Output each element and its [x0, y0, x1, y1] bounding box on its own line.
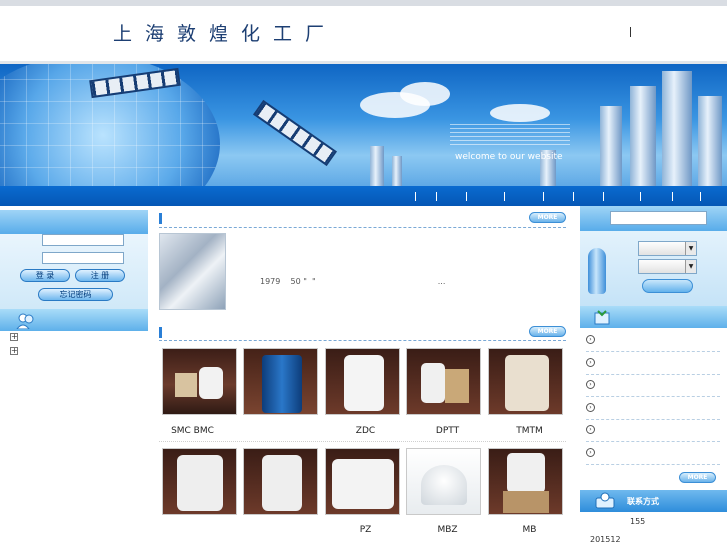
news-divider — [586, 419, 720, 420]
nav-separator — [672, 192, 673, 201]
building-graphic — [600, 106, 622, 186]
building-graphic — [662, 71, 692, 186]
product-photo[interactable] — [488, 448, 563, 515]
news-divider — [586, 441, 720, 442]
login-header — [0, 210, 148, 234]
product-photo[interactable] — [406, 448, 481, 515]
nav-separator — [603, 192, 604, 201]
chevron-down-icon: ▼ — [685, 242, 696, 255]
welcome-text: welcome to our website — [455, 152, 563, 162]
contact-address: 155 — [630, 517, 646, 526]
building-graphic — [698, 96, 722, 186]
register-button[interactable]: 注 册 — [75, 269, 125, 282]
hero-banner: welcome to our website — [0, 64, 727, 186]
nav-separator — [573, 192, 574, 201]
news-bullet-icon: › — [586, 403, 595, 412]
news-divider — [586, 464, 720, 465]
product-photo[interactable] — [325, 348, 400, 415]
news-icon — [594, 310, 610, 325]
search-decoration — [588, 248, 606, 294]
product-label[interactable]: TMTM — [489, 426, 570, 436]
nav-separator — [640, 192, 641, 201]
news-divider — [586, 374, 720, 375]
nav-separator — [700, 192, 701, 201]
product-photo[interactable] — [162, 348, 237, 415]
category-select[interactable]: ▼ — [638, 241, 697, 256]
product-photo[interactable] — [406, 348, 481, 415]
product-label[interactable]: MB — [489, 525, 570, 535]
product-label[interactable]: MBZ — [407, 525, 488, 535]
tree-expand-toggle[interactable]: + — [10, 347, 18, 355]
product-photo[interactable] — [162, 448, 237, 515]
product-label[interactable]: ZDC — [325, 426, 406, 436]
nav-separator — [504, 192, 505, 201]
username-input[interactable] — [42, 234, 124, 246]
members-icon — [16, 313, 34, 329]
product-label[interactable]: PZ — [325, 525, 406, 535]
chevron-down-icon: ▼ — [685, 260, 696, 273]
section-marker — [159, 327, 162, 338]
password-input[interactable] — [42, 252, 124, 264]
type-select[interactable]: ▼ — [638, 259, 697, 274]
contact-postcode: 201512 — [590, 535, 621, 544]
company-building-photo — [159, 233, 226, 310]
header-separator — [630, 27, 631, 37]
product-photo[interactable] — [243, 448, 318, 515]
forgot-password-button[interactable]: 忘记密码 — [38, 288, 113, 301]
cloud-graphic — [490, 104, 550, 122]
nav-separator — [415, 192, 416, 201]
product-row-divider — [159, 441, 566, 442]
section-divider — [159, 227, 566, 228]
contact-title: 联系方式 — [627, 497, 659, 506]
product-photo[interactable] — [488, 348, 563, 415]
building-graphic — [630, 86, 656, 186]
tree-expand-toggle[interactable]: + — [10, 333, 18, 341]
nav-separator — [436, 192, 437, 201]
section-marker — [159, 213, 162, 224]
section-divider — [159, 340, 566, 341]
building-graphic — [392, 156, 402, 186]
search-input[interactable] — [610, 211, 707, 225]
contact-icon — [595, 492, 615, 509]
company-intro-text: 1979 50 " " ... — [260, 277, 446, 286]
news-bullet-icon: › — [586, 358, 595, 367]
news-bullet-icon: › — [586, 380, 595, 389]
about-more-button[interactable]: MORE — [529, 212, 566, 223]
main-nav — [0, 186, 727, 206]
news-divider — [586, 351, 720, 352]
news-more-button[interactable]: MORE — [679, 472, 716, 483]
news-bullet-icon: › — [586, 425, 595, 434]
banner-fine-print — [450, 124, 570, 148]
product-label[interactable]: SMC BMC — [152, 426, 233, 436]
product-label[interactable]: DPTT — [407, 426, 488, 436]
news-bullet-icon: › — [586, 335, 595, 344]
products-more-button[interactable]: MORE — [529, 326, 566, 337]
building-graphic — [370, 146, 384, 186]
product-photo[interactable] — [325, 448, 400, 515]
login-button[interactable]: 登 录 — [20, 269, 70, 282]
news-bullet-icon: › — [586, 448, 595, 457]
news-divider — [586, 396, 720, 397]
site-header: 上海敦煌化工厂 — [0, 6, 727, 61]
cloud-graphic — [400, 82, 450, 106]
search-button[interactable] — [642, 279, 693, 293]
nav-separator — [543, 192, 544, 201]
film-strip-graphic — [252, 99, 338, 167]
site-title: 上海敦煌化工厂 — [113, 23, 338, 45]
nav-separator — [466, 192, 467, 201]
product-photo[interactable] — [243, 348, 318, 415]
